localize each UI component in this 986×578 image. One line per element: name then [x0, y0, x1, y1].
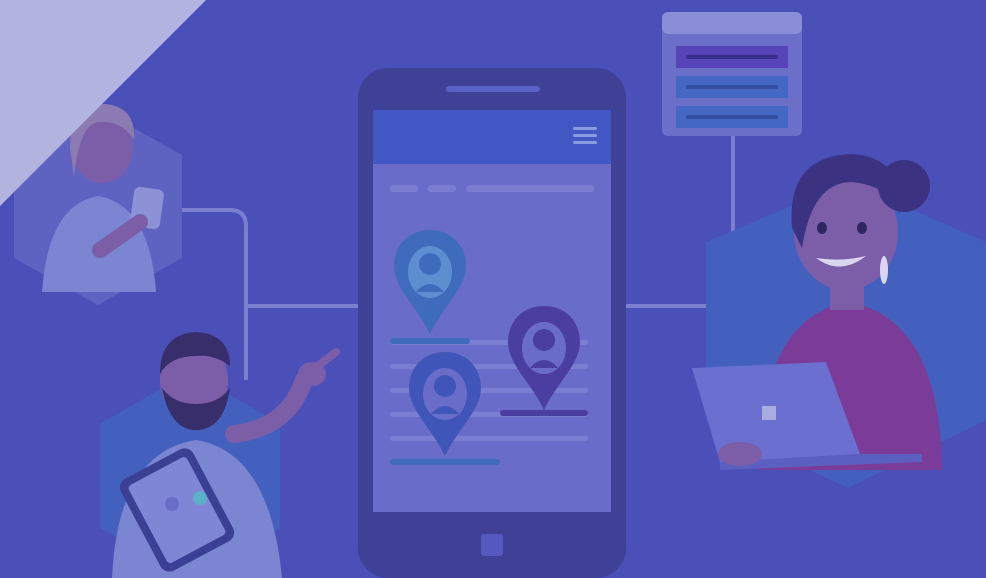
- phone-speaker: [446, 86, 540, 92]
- card-bar-line: [686, 85, 778, 89]
- woman-eye: [857, 222, 867, 234]
- card-header: [662, 12, 802, 34]
- person-woman-with-laptop: [692, 154, 986, 488]
- woman-hair-bun: [878, 160, 930, 212]
- illustration-canvas: [0, 0, 986, 578]
- laptop-logo-icon: [762, 406, 776, 420]
- phone-screen: [373, 110, 611, 512]
- phone-progress-bar: [500, 410, 588, 416]
- home-button-icon[interactable]: [481, 534, 503, 556]
- card-bar-line: [686, 115, 778, 119]
- man-tablet-pin: [165, 497, 179, 511]
- woman-earring: [880, 256, 888, 284]
- phone: [358, 68, 626, 578]
- card-bar-line: [686, 55, 778, 59]
- man-pointing-finger: [314, 348, 340, 370]
- woman-hand: [718, 442, 762, 466]
- phone-progress-bar: [390, 459, 500, 465]
- floating-card: [662, 12, 802, 136]
- phone-progress-bar: [390, 338, 470, 344]
- man-tablet-pin: [193, 491, 207, 505]
- person-man-with-tablet: [100, 332, 340, 578]
- hamburger-menu-icon[interactable]: [573, 127, 597, 144]
- woman-eye: [817, 222, 827, 234]
- hero-illustration: [0, 0, 986, 578]
